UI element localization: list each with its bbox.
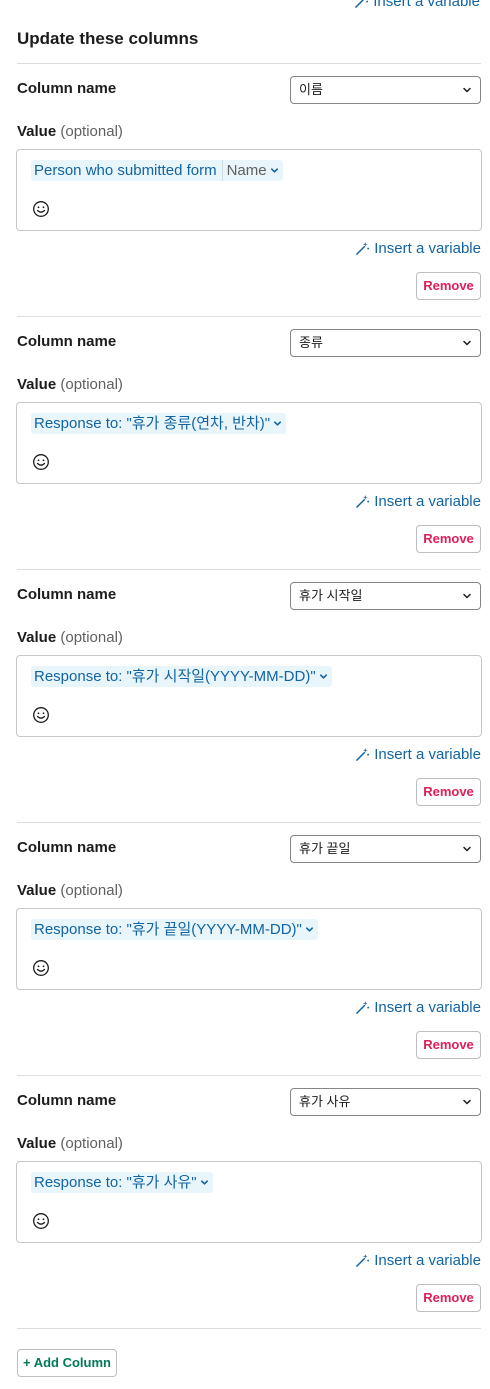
- column-name-label: Column name: [17, 839, 117, 856]
- variable-token-text: Response to: "휴가 시작일(YYYY-MM-DD)": [34, 668, 316, 685]
- smiley-icon[interactable]: [32, 200, 50, 218]
- magic-wand-icon: [356, 241, 370, 255]
- smiley-icon[interactable]: [32, 706, 50, 724]
- column-name-selected: 이름: [299, 82, 323, 97]
- insert-variable-label: Insert a variable: [374, 240, 481, 257]
- insert-variable-label: Insert a variable: [374, 746, 481, 763]
- insert-variable-link[interactable]: Insert a variable: [355, 999, 481, 1016]
- column-name-select[interactable]: 휴가 시작일: [290, 582, 481, 610]
- chevron-down-icon: [270, 168, 278, 173]
- add-column-button[interactable]: + Add Column: [17, 1349, 117, 1377]
- remove-button[interactable]: Remove: [416, 1284, 481, 1312]
- column-name-selected: 휴가 사유: [299, 1094, 351, 1109]
- magic-wand-icon: [356, 1000, 370, 1014]
- value-label: Value (optional): [17, 1135, 123, 1152]
- insert-variable-label: Insert a variable: [374, 1252, 481, 1269]
- value-label-text: Value: [17, 1135, 57, 1152]
- chevron-down-icon: [463, 593, 471, 599]
- magic-wand-icon: [356, 1253, 370, 1267]
- insert-variable-link-top[interactable]: Insert a variable: [354, 0, 480, 11]
- optional-label: (optional): [60, 1135, 123, 1152]
- chevron-down-icon: [463, 846, 471, 852]
- optional-label: (optional): [60, 629, 123, 646]
- optional-label: (optional): [60, 882, 123, 899]
- value-input[interactable]: Response to: "휴가 종류(연차, 반차)": [16, 402, 482, 484]
- value-label-text: Value: [17, 629, 57, 646]
- insert-variable-label: Insert a variable: [374, 999, 481, 1016]
- column-row: Column name 휴가 사유 Value (optional) Respo…: [0, 1076, 490, 1329]
- section-title: Update these columns: [17, 29, 199, 48]
- chevron-down-icon: [319, 674, 327, 679]
- value-input[interactable]: Person who submitted form Name: [16, 149, 482, 231]
- variable-token-text: Response to: "휴가 종류(연차, 반차)": [34, 415, 271, 432]
- column-name-label: Column name: [17, 80, 117, 97]
- value-label: Value (optional): [17, 376, 123, 393]
- column-name-label: Column name: [17, 333, 117, 350]
- smiley-icon[interactable]: [32, 1212, 50, 1230]
- insert-variable-link[interactable]: Insert a variable: [355, 240, 481, 257]
- optional-label: (optional): [60, 123, 123, 140]
- optional-label: (optional): [60, 376, 123, 393]
- chevron-down-icon: [463, 340, 471, 346]
- variable-token-text: Response to: "휴가 사유": [34, 1174, 197, 1191]
- column-name-select[interactable]: 휴가 끝일: [290, 835, 481, 863]
- value-label: Value (optional): [17, 882, 123, 899]
- variable-token[interactable]: Response to: "휴가 끝일(YYYY-MM-DD)": [31, 919, 318, 940]
- chevron-down-icon: [200, 1180, 208, 1185]
- insert-variable-link[interactable]: Insert a variable: [355, 1252, 481, 1269]
- column-row: Column name 이름 Value (optional) Person w…: [0, 64, 490, 317]
- smiley-icon[interactable]: [32, 453, 50, 471]
- insert-variable-label: Insert a variable: [373, 0, 480, 10]
- column-name-label: Column name: [17, 1092, 117, 1109]
- remove-button[interactable]: Remove: [416, 525, 481, 553]
- column-name-select[interactable]: 종류: [290, 329, 481, 357]
- column-name-selected: 종류: [299, 335, 323, 350]
- value-label-text: Value: [17, 376, 57, 393]
- value-label: Value (optional): [17, 123, 123, 140]
- value-label: Value (optional): [17, 629, 123, 646]
- magic-wand-icon: [356, 494, 370, 508]
- column-name-select[interactable]: 휴가 사유: [290, 1088, 481, 1116]
- value-label-text: Value: [17, 123, 57, 140]
- value-input[interactable]: Response to: "휴가 시작일(YYYY-MM-DD)": [16, 655, 482, 737]
- divider: [17, 1328, 481, 1329]
- column-name-selected: 휴가 시작일: [299, 588, 363, 603]
- variable-token-field: Name: [221, 160, 267, 181]
- magic-wand-icon: [356, 747, 370, 761]
- chevron-down-icon: [274, 421, 282, 426]
- remove-button[interactable]: Remove: [416, 1031, 481, 1059]
- variable-token[interactable]: Response to: "휴가 시작일(YYYY-MM-DD)": [31, 666, 332, 687]
- chevron-down-icon: [305, 927, 313, 932]
- remove-button[interactable]: Remove: [416, 272, 481, 300]
- variable-token[interactable]: Response to: "휴가 사유": [31, 1172, 213, 1193]
- chevron-down-icon: [463, 1099, 471, 1105]
- variable-token[interactable]: Response to: "휴가 종류(연차, 반차)": [31, 413, 287, 434]
- smiley-icon[interactable]: [32, 959, 50, 977]
- value-input[interactable]: Response to: "휴가 끝일(YYYY-MM-DD)": [16, 908, 482, 990]
- column-row: Column name 휴가 끝일 Value (optional) Respo…: [0, 823, 490, 1076]
- variable-token-text: Person who submitted form: [34, 162, 217, 179]
- variable-token[interactable]: Person who submitted form Name: [31, 160, 283, 181]
- value-input[interactable]: Response to: "휴가 사유": [16, 1161, 482, 1243]
- insert-variable-link[interactable]: Insert a variable: [355, 493, 481, 510]
- chevron-down-icon: [463, 87, 471, 93]
- variable-token-text: Response to: "휴가 끝일(YYYY-MM-DD)": [34, 921, 302, 938]
- column-row: Column name 휴가 시작일 Value (optional) Resp…: [0, 570, 490, 823]
- remove-button[interactable]: Remove: [416, 778, 481, 806]
- insert-variable-link[interactable]: Insert a variable: [355, 746, 481, 763]
- insert-variable-label: Insert a variable: [374, 493, 481, 510]
- value-label-text: Value: [17, 882, 57, 899]
- column-name-label: Column name: [17, 586, 117, 603]
- column-name-selected: 휴가 끝일: [299, 841, 351, 856]
- magic-wand-icon: [355, 0, 369, 8]
- column-row: Column name 종류 Value (optional) Response…: [0, 317, 490, 570]
- column-name-select[interactable]: 이름: [290, 76, 481, 104]
